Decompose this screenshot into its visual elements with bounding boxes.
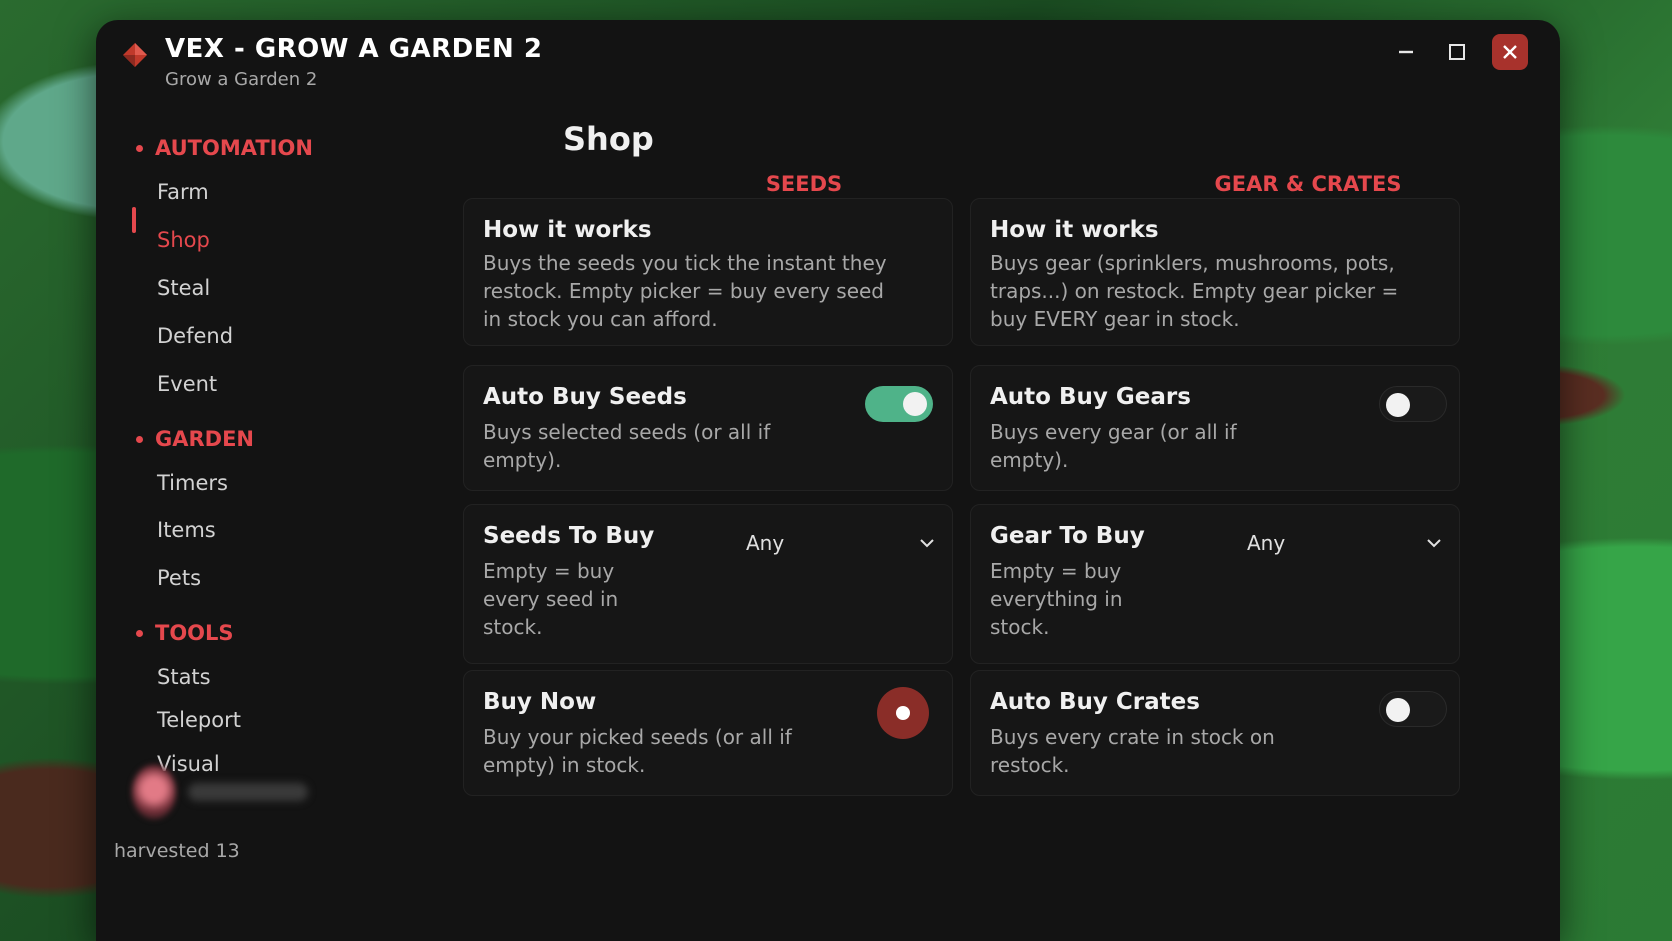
dropdown-value: Any (746, 531, 785, 555)
section-dot (136, 144, 143, 152)
chevron-down-icon (920, 539, 934, 548)
sidebar-item-event[interactable]: Event (157, 372, 217, 396)
gear-to-buy-dropdown[interactable]: Any (1247, 523, 1443, 563)
chevron-down-icon (1427, 539, 1441, 548)
card-title: Buy Now (483, 689, 597, 715)
section-dot (136, 435, 143, 443)
sidebar-section-label: AUTOMATION (155, 136, 313, 160)
minimize-button[interactable] (1388, 34, 1424, 70)
column-heading-seeds: SEEDS (765, 172, 843, 196)
card-description: Buys every crate in stock on restock. (990, 725, 1275, 777)
sidebar-item-stats[interactable]: Stats (157, 665, 211, 689)
card-description: Empty = buy everything in stock. (990, 559, 1123, 639)
card-description: Buys every gear (or all if empty). (990, 420, 1237, 472)
buy-now-button[interactable] (877, 687, 929, 739)
column-heading-gear: GEAR & CRATES (1214, 172, 1402, 196)
sidebar-item-timers[interactable]: Timers (157, 471, 228, 495)
card-title: Auto Buy Seeds (483, 384, 687, 410)
maximize-icon (1449, 44, 1465, 60)
username-blurred (188, 783, 308, 801)
close-icon (1503, 45, 1517, 59)
info-card-gear: How it works Buys gear (sprinklers, mush… (970, 198, 1460, 346)
card-title: Seeds To Buy (483, 523, 655, 549)
auto-buy-seeds-toggle[interactable] (865, 386, 933, 422)
card-title: How it works (483, 217, 652, 243)
auto-buy-crates-card: Auto Buy Crates Buys every crate in stoc… (970, 670, 1460, 796)
card-description: Buys gear (sprinklers, mushrooms, pots, … (990, 251, 1399, 331)
sidebar-item-items[interactable]: Items (157, 518, 216, 542)
card-title: Auto Buy Crates (990, 689, 1200, 715)
sidebar-section-label: TOOLS (155, 621, 234, 645)
card-description: Buys the seeds you tick the instant they… (483, 251, 887, 331)
card-title: Auto Buy Gears (990, 384, 1191, 410)
app-title: VEX - GROW A GARDEN 2 (165, 34, 543, 64)
auto-buy-gears-card: Auto Buy Gears Buys every gear (or all i… (970, 365, 1460, 491)
auto-buy-gears-toggle[interactable] (1379, 386, 1447, 422)
app-window: VEX - GROW A GARDEN 2 Grow a Garden 2 AU… (96, 20, 1560, 941)
maximize-button[interactable] (1439, 34, 1475, 70)
toggle-knob (1386, 698, 1410, 722)
buy-now-dot (896, 706, 910, 720)
card-title: Gear To Buy (990, 523, 1145, 549)
sidebar-item-teleport[interactable]: Teleport (157, 708, 241, 732)
dropdown-value: Any (1247, 531, 1286, 555)
auto-buy-crates-toggle[interactable] (1379, 691, 1447, 727)
gem-icon (123, 43, 147, 67)
sidebar-section-garden: GARDEN (136, 427, 254, 451)
section-dot (136, 629, 143, 637)
toggle-knob (903, 392, 927, 416)
minimize-icon (1399, 50, 1413, 54)
card-title: How it works (990, 217, 1159, 243)
info-card-seeds: How it works Buys the seeds you tick the… (463, 198, 953, 346)
title-bar[interactable]: VEX - GROW A GARDEN 2 Grow a Garden 2 (96, 20, 1560, 100)
card-description: Buy your picked seeds (or all if empty) … (483, 725, 792, 777)
sidebar-item-pets[interactable]: Pets (157, 566, 201, 590)
seeds-to-buy-card: Seeds To Buy Empty = buy every seed in s… (463, 504, 953, 664)
status-text: harvested 13 (114, 840, 240, 862)
buy-now-card: Buy Now Buy your picked seeds (or all if… (463, 670, 953, 796)
app-subtitle: Grow a Garden 2 (165, 69, 318, 90)
sidebar-section-label: GARDEN (155, 427, 255, 451)
sidebar-item-farm[interactable]: Farm (157, 180, 209, 204)
card-description: Empty = buy every seed in stock. (483, 559, 619, 639)
sidebar-item-steal[interactable]: Steal (157, 276, 210, 300)
toggle-knob (1386, 393, 1410, 417)
sidebar-item-defend[interactable]: Defend (157, 324, 233, 348)
card-description: Buys selected seeds (or all if empty). (483, 420, 771, 472)
user-profile[interactable] (132, 765, 308, 819)
sidebar: AUTOMATION Farm Shop Steal Defend Event … (96, 110, 426, 930)
sidebar-item-shop[interactable]: Shop (157, 228, 210, 252)
active-indicator (132, 207, 136, 233)
sidebar-section-tools: TOOLS (136, 621, 234, 645)
avatar (132, 765, 176, 819)
gear-to-buy-card: Gear To Buy Empty = buy everything in st… (970, 504, 1460, 664)
seeds-to-buy-dropdown[interactable]: Any (746, 523, 936, 563)
sidebar-section-automation: AUTOMATION (136, 136, 313, 160)
close-button[interactable] (1492, 34, 1528, 70)
page-title: Shop (563, 120, 654, 158)
auto-buy-seeds-card: Auto Buy Seeds Buys selected seeds (or a… (463, 365, 953, 491)
